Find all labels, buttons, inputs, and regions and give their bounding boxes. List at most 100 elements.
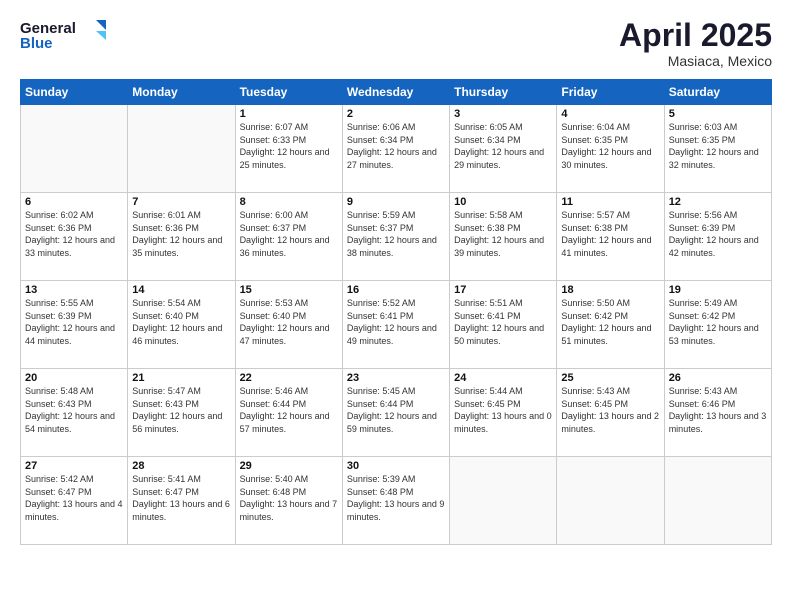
table-row: 11 Sunrise: 5:57 AMSunset: 6:38 PMDaylig… [557, 193, 664, 281]
day-info: Sunrise: 6:06 AMSunset: 6:34 PMDaylight:… [347, 122, 437, 170]
table-row: 8 Sunrise: 6:00 AMSunset: 6:37 PMDayligh… [235, 193, 342, 281]
day-info: Sunrise: 5:43 AMSunset: 6:45 PMDaylight:… [561, 386, 659, 434]
table-row [128, 105, 235, 193]
table-row: 17 Sunrise: 5:51 AMSunset: 6:41 PMDaylig… [450, 281, 557, 369]
table-row: 2 Sunrise: 6:06 AMSunset: 6:34 PMDayligh… [342, 105, 449, 193]
day-number: 1 [240, 108, 338, 120]
day-number: 26 [669, 372, 767, 384]
col-sunday: Sunday [21, 80, 128, 105]
day-number: 4 [561, 108, 659, 120]
table-row: 9 Sunrise: 5:59 AMSunset: 6:37 PMDayligh… [342, 193, 449, 281]
day-info: Sunrise: 5:55 AMSunset: 6:39 PMDaylight:… [25, 298, 115, 346]
day-number: 8 [240, 196, 338, 208]
day-number: 3 [454, 108, 552, 120]
day-number: 24 [454, 372, 552, 384]
table-row: 5 Sunrise: 6:03 AMSunset: 6:35 PMDayligh… [664, 105, 771, 193]
day-info: Sunrise: 5:44 AMSunset: 6:45 PMDaylight:… [454, 386, 552, 434]
table-row: 6 Sunrise: 6:02 AMSunset: 6:36 PMDayligh… [21, 193, 128, 281]
day-number: 16 [347, 284, 445, 296]
table-row: 16 Sunrise: 5:52 AMSunset: 6:41 PMDaylig… [342, 281, 449, 369]
title-block: April 2025 Masiaca, Mexico [619, 18, 772, 69]
col-saturday: Saturday [664, 80, 771, 105]
day-number: 18 [561, 284, 659, 296]
col-friday: Friday [557, 80, 664, 105]
col-thursday: Thursday [450, 80, 557, 105]
month-title: April 2025 [619, 18, 772, 53]
day-number: 30 [347, 460, 445, 472]
table-row: 10 Sunrise: 5:58 AMSunset: 6:38 PMDaylig… [450, 193, 557, 281]
day-number: 11 [561, 196, 659, 208]
table-row: 29 Sunrise: 5:40 AMSunset: 6:48 PMDaylig… [235, 457, 342, 545]
day-info: Sunrise: 5:56 AMSunset: 6:39 PMDaylight:… [669, 210, 759, 258]
day-info: Sunrise: 6:01 AMSunset: 6:36 PMDaylight:… [132, 210, 222, 258]
day-number: 25 [561, 372, 659, 384]
table-row: 24 Sunrise: 5:44 AMSunset: 6:45 PMDaylig… [450, 369, 557, 457]
table-row [557, 457, 664, 545]
table-row: 1 Sunrise: 6:07 AMSunset: 6:33 PMDayligh… [235, 105, 342, 193]
day-number: 15 [240, 284, 338, 296]
table-row: 19 Sunrise: 5:49 AMSunset: 6:42 PMDaylig… [664, 281, 771, 369]
day-number: 7 [132, 196, 230, 208]
day-info: Sunrise: 5:41 AMSunset: 6:47 PMDaylight:… [132, 474, 230, 522]
day-info: Sunrise: 6:07 AMSunset: 6:33 PMDaylight:… [240, 122, 330, 170]
day-number: 27 [25, 460, 123, 472]
day-info: Sunrise: 5:50 AMSunset: 6:42 PMDaylight:… [561, 298, 651, 346]
logo: General Blue [20, 18, 110, 52]
day-info: Sunrise: 6:05 AMSunset: 6:34 PMDaylight:… [454, 122, 544, 170]
day-number: 13 [25, 284, 123, 296]
table-row: 28 Sunrise: 5:41 AMSunset: 6:47 PMDaylig… [128, 457, 235, 545]
day-number: 9 [347, 196, 445, 208]
table-row: 13 Sunrise: 5:55 AMSunset: 6:39 PMDaylig… [21, 281, 128, 369]
day-info: Sunrise: 5:48 AMSunset: 6:43 PMDaylight:… [25, 386, 115, 434]
table-row: 27 Sunrise: 5:42 AMSunset: 6:47 PMDaylig… [21, 457, 128, 545]
page-header: General Blue April 2025 Masiaca, Mexico [20, 18, 772, 69]
day-info: Sunrise: 5:54 AMSunset: 6:40 PMDaylight:… [132, 298, 222, 346]
table-row: 14 Sunrise: 5:54 AMSunset: 6:40 PMDaylig… [128, 281, 235, 369]
day-info: Sunrise: 5:42 AMSunset: 6:47 PMDaylight:… [25, 474, 123, 522]
table-row [21, 105, 128, 193]
day-number: 22 [240, 372, 338, 384]
table-row: 22 Sunrise: 5:46 AMSunset: 6:44 PMDaylig… [235, 369, 342, 457]
day-number: 23 [347, 372, 445, 384]
day-info: Sunrise: 5:43 AMSunset: 6:46 PMDaylight:… [669, 386, 767, 434]
day-number: 19 [669, 284, 767, 296]
table-row [664, 457, 771, 545]
table-row: 15 Sunrise: 5:53 AMSunset: 6:40 PMDaylig… [235, 281, 342, 369]
table-row: 20 Sunrise: 5:48 AMSunset: 6:43 PMDaylig… [21, 369, 128, 457]
table-row: 21 Sunrise: 5:47 AMSunset: 6:43 PMDaylig… [128, 369, 235, 457]
day-number: 6 [25, 196, 123, 208]
day-info: Sunrise: 5:49 AMSunset: 6:42 PMDaylight:… [669, 298, 759, 346]
day-info: Sunrise: 5:39 AMSunset: 6:48 PMDaylight:… [347, 474, 445, 522]
table-row: 30 Sunrise: 5:39 AMSunset: 6:48 PMDaylig… [342, 457, 449, 545]
col-tuesday: Tuesday [235, 80, 342, 105]
location-subtitle: Masiaca, Mexico [619, 53, 772, 69]
calendar-header-row: Sunday Monday Tuesday Wednesday Thursday… [21, 80, 772, 105]
table-row: 7 Sunrise: 6:01 AMSunset: 6:36 PMDayligh… [128, 193, 235, 281]
day-info: Sunrise: 6:02 AMSunset: 6:36 PMDaylight:… [25, 210, 115, 258]
day-info: Sunrise: 5:57 AMSunset: 6:38 PMDaylight:… [561, 210, 651, 258]
col-monday: Monday [128, 80, 235, 105]
table-row [450, 457, 557, 545]
table-row: 25 Sunrise: 5:43 AMSunset: 6:45 PMDaylig… [557, 369, 664, 457]
svg-text:Blue: Blue [20, 35, 53, 52]
day-number: 14 [132, 284, 230, 296]
day-info: Sunrise: 5:53 AMSunset: 6:40 PMDaylight:… [240, 298, 330, 346]
table-row: 18 Sunrise: 5:50 AMSunset: 6:42 PMDaylig… [557, 281, 664, 369]
day-info: Sunrise: 6:03 AMSunset: 6:35 PMDaylight:… [669, 122, 759, 170]
day-number: 20 [25, 372, 123, 384]
day-info: Sunrise: 5:47 AMSunset: 6:43 PMDaylight:… [132, 386, 222, 434]
table-row: 12 Sunrise: 5:56 AMSunset: 6:39 PMDaylig… [664, 193, 771, 281]
table-row: 26 Sunrise: 5:43 AMSunset: 6:46 PMDaylig… [664, 369, 771, 457]
day-info: Sunrise: 5:52 AMSunset: 6:41 PMDaylight:… [347, 298, 437, 346]
day-info: Sunrise: 5:51 AMSunset: 6:41 PMDaylight:… [454, 298, 544, 346]
col-wednesday: Wednesday [342, 80, 449, 105]
logo-svg: General Blue [20, 18, 110, 52]
day-info: Sunrise: 5:46 AMSunset: 6:44 PMDaylight:… [240, 386, 330, 434]
day-info: Sunrise: 6:04 AMSunset: 6:35 PMDaylight:… [561, 122, 651, 170]
day-number: 17 [454, 284, 552, 296]
day-info: Sunrise: 6:00 AMSunset: 6:37 PMDaylight:… [240, 210, 330, 258]
day-info: Sunrise: 5:45 AMSunset: 6:44 PMDaylight:… [347, 386, 437, 434]
day-number: 28 [132, 460, 230, 472]
day-number: 29 [240, 460, 338, 472]
day-number: 2 [347, 108, 445, 120]
